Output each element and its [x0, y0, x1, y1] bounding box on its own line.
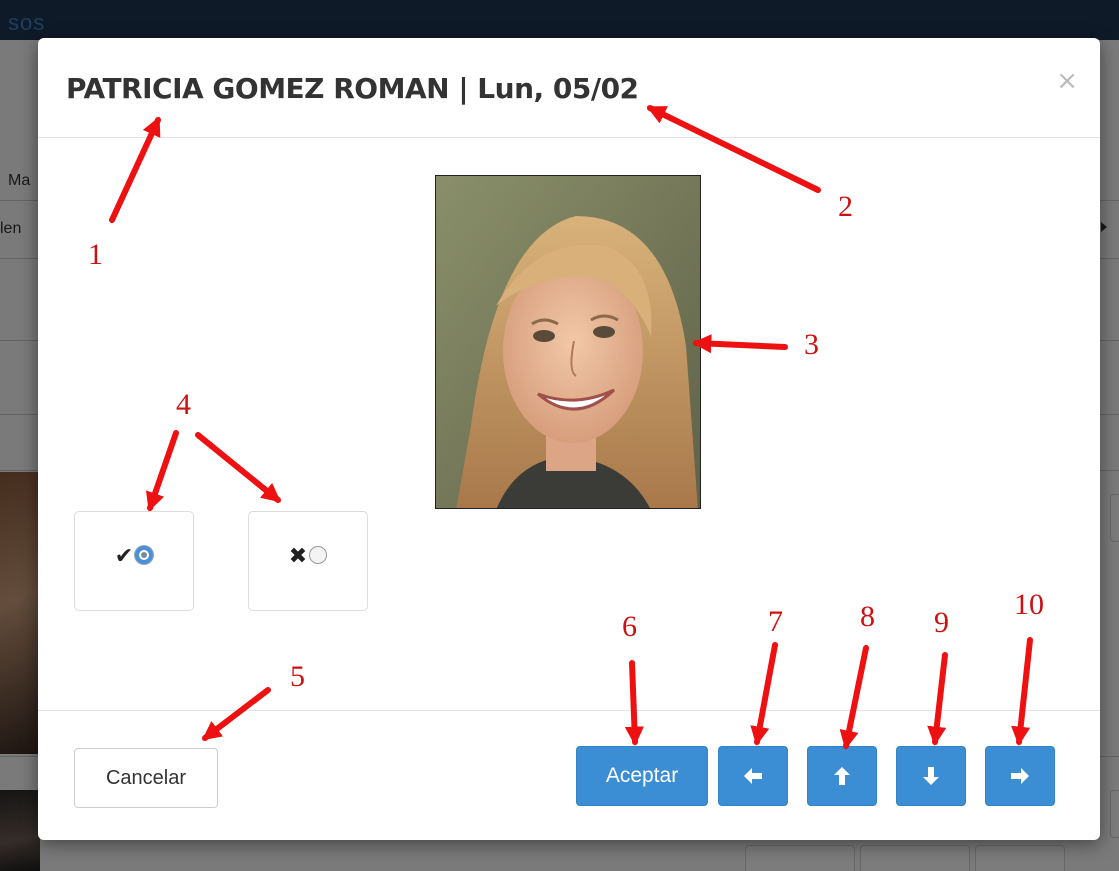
annotation-label-1: 1: [88, 238, 103, 271]
present-option[interactable]: ✔: [74, 511, 194, 611]
absent-radio[interactable]: [309, 546, 328, 564]
arrow-left-icon: [744, 768, 762, 784]
annotation-label-3: 3: [804, 328, 819, 361]
annotation-label-7: 7: [768, 605, 783, 638]
close-icon[interactable]: ×: [1056, 68, 1078, 94]
annotation-label-2: 2: [838, 190, 853, 223]
arrow-up-icon: [834, 767, 850, 785]
check-icon: ✔: [114, 544, 134, 569]
modal-footer: Cancelar Aceptar: [38, 710, 1100, 840]
arrow-right-icon: [1011, 768, 1029, 784]
portrait-image: [436, 176, 700, 508]
arrow-down-icon: [923, 767, 939, 785]
annotation-label-10: 10: [1014, 588, 1044, 621]
present-radio[interactable]: [135, 546, 154, 564]
modal-title: PATRICIA GOMEZ ROMAN | Lun, 05/02: [66, 72, 639, 105]
annotation-label-8: 8: [860, 600, 875, 633]
modal-header: PATRICIA GOMEZ ROMAN | Lun, 05/02 ×: [38, 38, 1100, 138]
cross-icon: ✖: [288, 544, 308, 569]
absent-option[interactable]: ✖: [248, 511, 368, 611]
annotation-label-5: 5: [290, 660, 305, 693]
annotation-label-6: 6: [622, 610, 637, 643]
present-option-content: ✔: [75, 546, 193, 576]
annotation-label-4: 4: [176, 388, 191, 421]
previous-day-button[interactable]: [718, 746, 788, 806]
attendance-modal: PATRICIA GOMEZ ROMAN | Lun, 05/02 × ✔ ✖ …: [38, 38, 1100, 840]
previous-student-button[interactable]: [807, 746, 877, 806]
absent-option-content: ✖: [249, 546, 367, 576]
next-day-button[interactable]: [985, 746, 1055, 806]
portrait-photo: [435, 175, 701, 509]
accept-button[interactable]: Aceptar: [576, 746, 708, 806]
next-student-button[interactable]: [896, 746, 966, 806]
annotation-label-9: 9: [934, 606, 949, 639]
cancel-button[interactable]: Cancelar: [74, 748, 218, 808]
